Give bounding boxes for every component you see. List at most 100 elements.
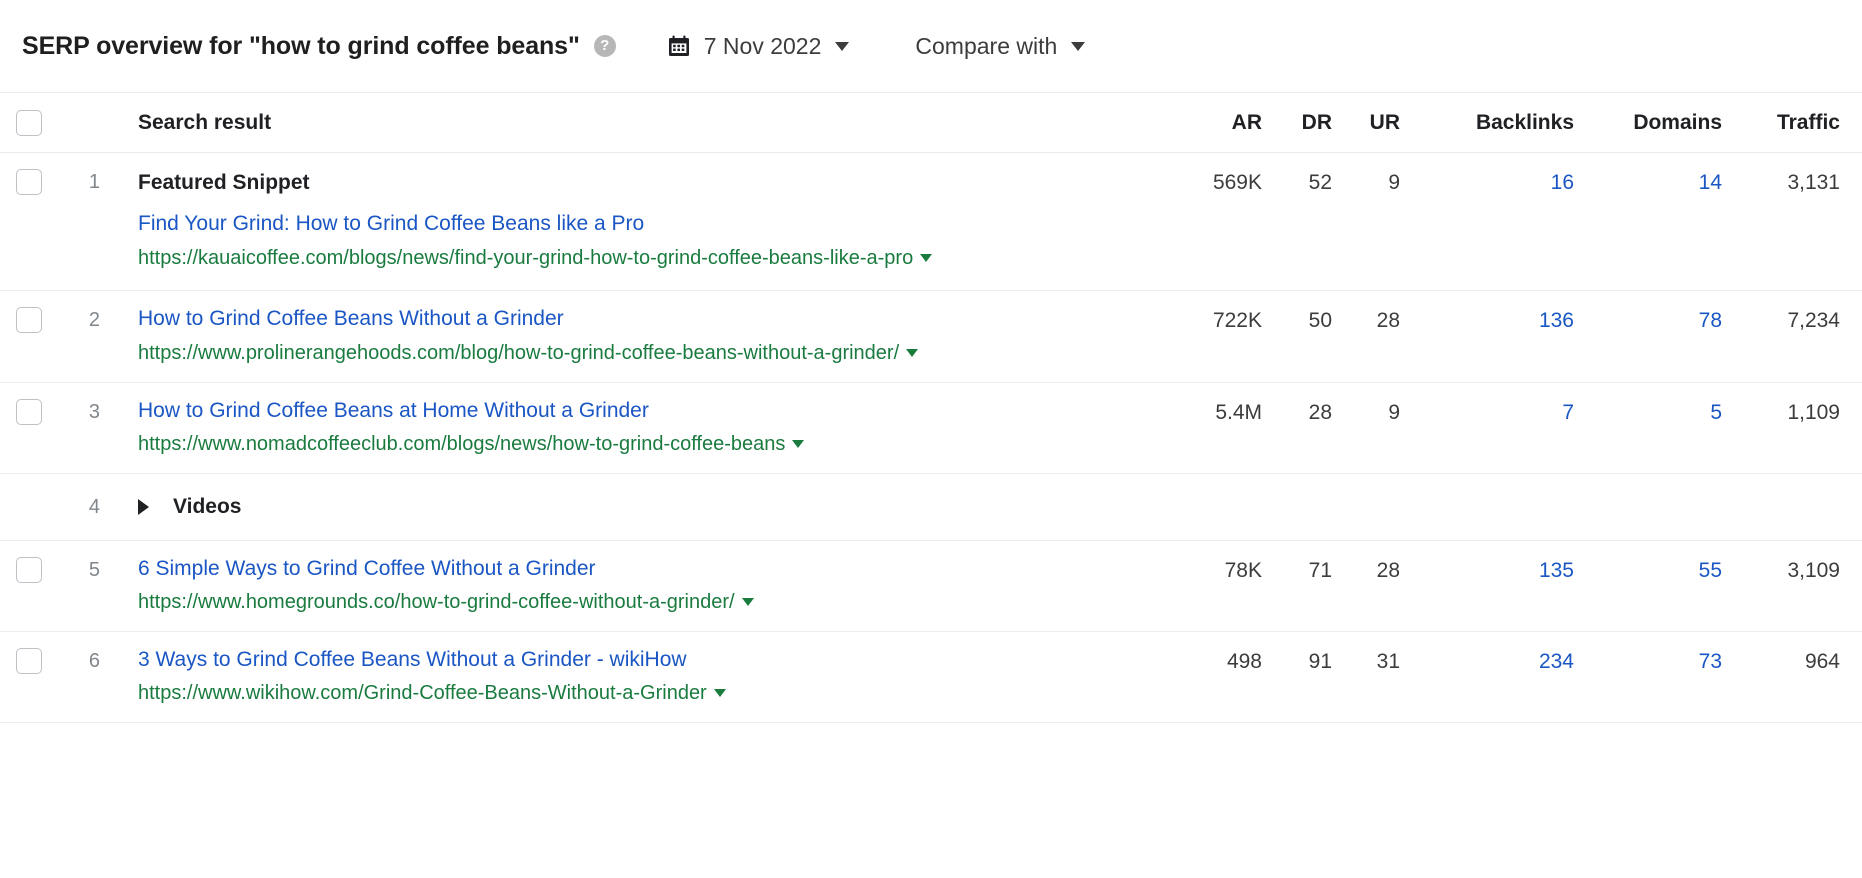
select-all-cell [0, 109, 58, 136]
cell-traffic: 3,131 [1787, 171, 1840, 194]
cell-backlinks[interactable]: 16 [1400, 153, 1574, 195]
result-title-link[interactable]: 6 Simple Ways to Grind Coffee Without a … [138, 555, 596, 583]
table-row: 1 Featured Snippet Find Your Grind: How … [0, 153, 1862, 292]
row-result: How to Grind Coffee Beans at Home Withou… [100, 383, 1158, 473]
chevron-down-icon [1071, 41, 1086, 51]
row-select-cell [0, 632, 58, 674]
cell-domains[interactable]: 14 [1574, 153, 1722, 195]
result-url[interactable]: https://www.homegrounds.co/how-to-grind-… [138, 588, 1158, 616]
cell-ar: 78K [1224, 558, 1262, 582]
result-title-link[interactable]: How to Grind Coffee Beans at Home Withou… [138, 397, 649, 425]
cell-backlinks[interactable]: 135 [1400, 541, 1574, 583]
rank-header [58, 114, 100, 132]
result-url[interactable]: https://www.prolinerangehoods.com/blog/h… [138, 339, 1158, 367]
column-header-ur[interactable]: UR [1332, 111, 1400, 135]
column-header-domains[interactable]: Domains [1574, 111, 1722, 135]
table-row: 5 6 Simple Ways to Grind Coffee Without … [0, 541, 1862, 632]
row-result: How to Grind Coffee Beans Without a Grin… [100, 291, 1158, 381]
caret-down-icon[interactable] [920, 254, 933, 263]
cell-domains[interactable]: 5 [1574, 383, 1722, 425]
row-rank: 5 [88, 558, 100, 581]
cell-traffic [1722, 474, 1840, 492]
result-url[interactable]: https://www.nomadcoffeeclub.com/blogs/ne… [138, 430, 1158, 458]
column-header-dr[interactable]: DR [1262, 111, 1332, 135]
cell-ur: 9 [1388, 400, 1400, 424]
result-title-link[interactable]: Find Your Grind: How to Grind Coffee Bea… [138, 210, 644, 238]
cell-dr: 91 [1308, 649, 1332, 673]
caret-down-icon[interactable] [741, 598, 754, 607]
page-header: SERP overview for "how to grind coffee b… [0, 0, 1862, 92]
cell-backlinks[interactable]: 234 [1400, 632, 1574, 674]
cell-ur: 28 [1376, 558, 1400, 582]
result-url-text: https://www.homegrounds.co/how-to-grind-… [138, 591, 735, 614]
table-row-group-videos[interactable]: 4 Videos [0, 474, 1862, 541]
cell-ar: 5.4M [1215, 400, 1262, 424]
table-row: 6 3 Ways to Grind Coffee Beans Without a… [0, 632, 1862, 723]
row-select-cell [0, 541, 58, 583]
row-checkbox[interactable] [16, 398, 42, 425]
select-all-checkbox[interactable] [16, 109, 42, 136]
row-select-cell [0, 153, 58, 195]
cell-domains[interactable]: 55 [1574, 541, 1722, 583]
cell-ur: 28 [1376, 309, 1400, 333]
table-row: 3 How to Grind Coffee Beans at Home With… [0, 383, 1862, 474]
row-result: Featured Snippet Find Your Grind: How to… [100, 153, 1158, 290]
cell-dr [1262, 474, 1332, 492]
cell-ar: 722K [1212, 309, 1262, 333]
caret-down-icon[interactable] [713, 689, 726, 698]
result-url[interactable]: https://kauaicoffee.com/blogs/news/find-… [138, 244, 1158, 272]
cell-backlinks [1400, 474, 1574, 492]
cell-traffic: 7,234 [1787, 309, 1840, 333]
compare-with-label: Compare with [915, 32, 1058, 59]
column-header-ar[interactable]: AR [1158, 111, 1262, 135]
cell-traffic: 964 [1804, 649, 1840, 673]
table-row: 2 How to Grind Coffee Beans Without a Gr… [0, 291, 1862, 383]
page-title: SERP overview for "how to grind coffee b… [22, 31, 580, 60]
cell-ur [1332, 474, 1400, 492]
calendar-icon [668, 35, 689, 56]
row-rank: 3 [88, 400, 100, 423]
row-result: 3 Ways to Grind Coffee Beans Without a G… [100, 632, 1158, 722]
compare-with-dropdown[interactable]: Compare with [915, 32, 1086, 60]
cell-traffic: 1,109 [1787, 400, 1840, 424]
result-url-text: https://www.nomadcoffeeclub.com/blogs/ne… [138, 433, 786, 456]
caret-down-icon[interactable] [792, 440, 805, 449]
cell-ur: 9 [1388, 171, 1400, 194]
cell-ur: 31 [1376, 649, 1400, 673]
date-value: 7 Nov 2022 [703, 32, 822, 59]
cell-backlinks[interactable]: 7 [1400, 383, 1574, 425]
row-select-cell [0, 291, 58, 334]
result-title-link[interactable]: How to Grind Coffee Beans Without a Grin… [138, 305, 564, 333]
row-checkbox[interactable] [16, 307, 42, 334]
result-url-text: https://www.prolinerangehoods.com/blog/h… [138, 342, 900, 365]
serp-results-table: Search result AR DR UR Backlinks Domains… [0, 92, 1862, 723]
cell-domains [1574, 474, 1722, 492]
row-checkbox[interactable] [16, 556, 42, 583]
row-select-cell [0, 474, 58, 490]
result-title-link[interactable]: 3 Ways to Grind Coffee Beans Without a G… [138, 646, 687, 674]
column-header-traffic[interactable]: Traffic [1722, 111, 1840, 135]
row-checkbox[interactable] [16, 647, 42, 674]
help-circle-icon[interactable]: ? [593, 35, 616, 57]
cell-traffic: 3,109 [1787, 558, 1840, 582]
chevron-down-icon [835, 41, 850, 51]
result-url-text: https://www.wikihow.com/Grind-Coffee-Bea… [138, 682, 707, 705]
column-header-backlinks[interactable]: Backlinks [1400, 111, 1574, 135]
row-rank: 1 [88, 171, 100, 193]
triangle-right-icon[interactable] [138, 498, 149, 515]
row-result: Videos [100, 474, 1158, 540]
row-result: 6 Simple Ways to Grind Coffee Without a … [100, 541, 1158, 631]
search-result-header: Search result [138, 110, 272, 134]
cell-backlinks[interactable]: 136 [1400, 291, 1574, 333]
result-url[interactable]: https://www.wikihow.com/Grind-Coffee-Bea… [138, 679, 1158, 707]
cell-dr: 28 [1308, 400, 1332, 424]
date-picker[interactable]: 7 Nov 2022 [668, 33, 850, 60]
cell-dr: 52 [1308, 171, 1332, 194]
cell-domains[interactable]: 73 [1574, 632, 1722, 674]
row-checkbox[interactable] [16, 169, 42, 195]
row-rank: 2 [88, 309, 100, 332]
caret-down-icon[interactable] [906, 349, 919, 358]
cell-dr: 50 [1308, 309, 1332, 333]
cell-ar [1158, 474, 1262, 492]
cell-domains[interactable]: 78 [1574, 291, 1722, 333]
